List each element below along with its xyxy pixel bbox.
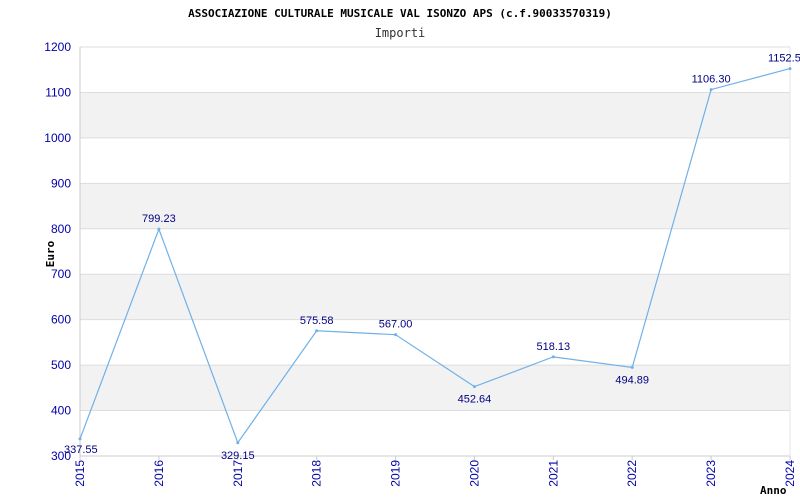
y-tick-label: 800 [51, 222, 71, 236]
data-label: 567.00 [379, 319, 413, 331]
data-label: 575.58 [300, 315, 334, 327]
data-point [551, 355, 555, 359]
y-tick-label: 1100 [45, 85, 71, 99]
x-tick-label: 2015 [73, 460, 87, 487]
data-point [709, 88, 713, 92]
x-tick-label: 2024 [783, 460, 797, 487]
x-ticks: 2015 2016 2017 2018 2019 2020 2021 2022 2023 2024 [73, 456, 797, 487]
plot-band [80, 183, 790, 229]
y-tick-label: 700 [51, 267, 71, 281]
data-label: 1106.30 [692, 74, 731, 86]
data-point [630, 365, 634, 369]
data-point [157, 227, 161, 231]
x-tick-label: 2018 [310, 460, 324, 487]
y-tick-label: 1200 [44, 40, 71, 54]
x-tick-label: 2016 [152, 460, 166, 487]
data-label: 518.13 [537, 341, 571, 353]
chart-subtitle: Importi [375, 26, 426, 40]
plot-bands [80, 92, 790, 411]
data-label: 799.23 [142, 213, 176, 225]
y-tick-label: 900 [51, 176, 71, 190]
data-point [472, 385, 476, 389]
chart: ASSOCIAZIONE CULTURALE MUSICALE VAL ISON… [44, 7, 800, 497]
data-point [236, 441, 240, 445]
data-label: 494.89 [615, 374, 649, 386]
data-point [394, 333, 398, 337]
data-point [788, 67, 792, 71]
x-tick-label: 2020 [467, 460, 481, 487]
y-tick-label: 500 [51, 358, 71, 372]
x-tick-label: 2021 [546, 460, 560, 487]
plot-band [80, 92, 790, 138]
y-axis-title: Euro [44, 240, 57, 267]
data-label: 329.15 [221, 450, 255, 462]
chart-title: ASSOCIAZIONE CULTURALE MUSICALE VAL ISON… [188, 7, 612, 20]
y-tick-label: 1000 [44, 131, 71, 145]
data-label: 1152.5 [768, 53, 800, 65]
plot-band [80, 365, 790, 411]
x-tick-label: 2017 [231, 460, 245, 487]
data-label: 452.64 [458, 394, 492, 406]
data-point [315, 329, 319, 333]
x-tick-label: 2022 [625, 460, 639, 487]
x-axis-title: Anno [760, 484, 787, 497]
data-point [78, 437, 82, 441]
plot-band [80, 274, 790, 320]
x-tick-label: 2019 [389, 460, 403, 487]
x-tick-label: 2023 [704, 460, 718, 487]
y-tick-label: 600 [51, 313, 71, 327]
y-tick-label: 400 [51, 404, 71, 418]
data-label: 337.55 [64, 444, 98, 456]
